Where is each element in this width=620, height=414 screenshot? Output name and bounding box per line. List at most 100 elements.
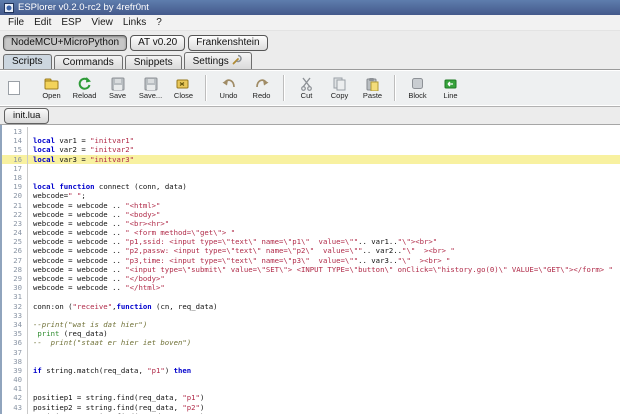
block-button[interactable]: Block xyxy=(401,76,434,100)
save-as-icon xyxy=(144,76,158,91)
code-token: "p2,passw: <input type=\"text\" name=\"p… xyxy=(125,246,363,256)
copy-icon xyxy=(333,76,346,91)
cut-button[interactable]: Cut xyxy=(290,76,323,100)
main-tab-at-v0-20[interactable]: AT v0.20 xyxy=(130,34,186,51)
save-as-button[interactable]: Save... xyxy=(134,76,167,100)
paste-button[interactable]: Paste xyxy=(356,76,389,100)
code-line: 34 --print("wat is dat hier") xyxy=(2,319,620,330)
code-line: 24 webcode = webcode .. " <form method=\"… xyxy=(2,228,620,238)
code-token: ) xyxy=(164,365,174,375)
code-line: 39 if string.match(req_data, "p1") then xyxy=(2,365,620,376)
line-number: 36 xyxy=(2,338,28,348)
open-button[interactable]: Open xyxy=(35,76,68,100)
line-number: 23 xyxy=(2,218,28,229)
file-tab-init-lua[interactable]: init.lua xyxy=(4,107,50,124)
code-line: 13 xyxy=(2,127,620,137)
wrench-icon xyxy=(232,54,243,68)
line-number: 30 xyxy=(2,283,28,293)
line-number: 38 xyxy=(2,356,28,366)
line-number: 21 xyxy=(2,200,28,210)
toolbar-separator xyxy=(205,75,207,101)
line-number: 14 xyxy=(2,136,28,146)
menu-item-edit[interactable]: Edit xyxy=(29,17,56,28)
code-token: ; xyxy=(81,191,86,201)
line-number: 33 xyxy=(2,310,28,320)
line-number: 35 xyxy=(2,329,28,339)
code-token: "initvar1" xyxy=(90,136,135,146)
line-number: 34 xyxy=(2,319,28,330)
esplorer-window: ESPlorer v0.2.0-rc2 by 4refr0nt File Edit… xyxy=(0,0,620,414)
block-comment-icon xyxy=(411,76,424,91)
copy-button[interactable]: Copy xyxy=(323,76,356,100)
save-button[interactable]: Save xyxy=(101,76,134,100)
line-number: 17 xyxy=(2,163,28,173)
menu-item-view[interactable]: View xyxy=(86,17,118,28)
code-line: 40 xyxy=(2,375,620,385)
tab-commands[interactable]: Commands xyxy=(53,55,123,69)
main-tab-frankenshtein[interactable]: Frankenshtein xyxy=(188,34,268,51)
code-token: webcode = webcode .. xyxy=(33,283,126,293)
line-number: 16 xyxy=(2,154,28,164)
code-token: webcode = webcode .. xyxy=(33,246,126,256)
reload-button[interactable]: Reload xyxy=(68,76,101,100)
menu-item-file[interactable]: File xyxy=(3,17,29,28)
toolbar-separator xyxy=(283,75,285,101)
code-token: var3 = xyxy=(54,154,91,164)
code-line: 27 webcode = webcode .. "p3,time: <input … xyxy=(2,255,620,265)
code-token: local xyxy=(33,182,55,192)
new-file-button[interactable] xyxy=(5,81,23,96)
line-number: 40 xyxy=(2,375,28,385)
code-token: function xyxy=(116,301,152,311)
code-token: ) xyxy=(199,402,205,412)
line-number: 20 xyxy=(2,191,28,201)
code-token: .. var1.. xyxy=(358,237,398,247)
line-number: 28 xyxy=(2,264,28,274)
reload-icon xyxy=(77,76,92,91)
code-editor[interactable]: 13 14 local var1 = "initvar1" 15 local var2 … xyxy=(0,125,620,414)
code-line: 18 xyxy=(2,172,620,183)
close-button[interactable]: Close xyxy=(167,76,200,100)
toolbar-button-label: Copy xyxy=(330,91,349,100)
redo-button[interactable]: Redo xyxy=(245,76,278,100)
line-comment-icon xyxy=(443,76,458,91)
code-line: 29 webcode = webcode .. "</body>" xyxy=(2,274,620,284)
code-token: "<br><hr>" xyxy=(125,218,170,228)
line-number: 39 xyxy=(2,365,28,376)
toolbar-button-label: Line xyxy=(443,91,458,100)
line-number: 18 xyxy=(2,172,28,183)
code-line: 41 xyxy=(2,384,620,394)
code-token: "p3,time: <input type=\"text\" name=\"p3… xyxy=(125,255,359,265)
main-tab-nodemcu-micropython[interactable]: NodeMCU+MicroPython xyxy=(3,34,128,51)
code-token: --print("wat is dat hier") xyxy=(33,319,148,329)
code-token: "receive" xyxy=(72,301,113,311)
line-number: 43 xyxy=(2,402,28,412)
code-line: 25 webcode = webcode .. "p1,ssid: <input … xyxy=(2,237,620,247)
line-number: 32 xyxy=(2,301,28,311)
menu-item-links[interactable]: Links xyxy=(118,17,151,28)
code-token: "<input type=\"submit\" value=\"SET\"> <… xyxy=(125,264,613,274)
tab-snippets[interactable]: Snippets xyxy=(124,55,182,69)
tab-label: Settings xyxy=(192,55,229,67)
code-token: .. var2.. xyxy=(362,246,403,256)
toolbar-button-label: Redo xyxy=(252,91,271,100)
line-number: 29 xyxy=(2,274,28,284)
main-tab-bar: NodeMCU+MicroPython AT v0.20 Frankenshtein xyxy=(0,31,620,53)
app-icon xyxy=(4,2,14,13)
code-token: webcode = webcode .. xyxy=(33,274,126,283)
line-number: 27 xyxy=(2,255,28,265)
file-tab-bar: init.lua xyxy=(0,107,620,125)
undo-button[interactable]: Undo xyxy=(212,76,245,100)
line-number: 31 xyxy=(2,292,28,302)
code-token: webcode = webcode .. xyxy=(33,237,126,247)
code-token: print xyxy=(37,329,60,339)
tab-scripts[interactable]: Scripts xyxy=(3,54,52,69)
tab-settings[interactable]: Settings xyxy=(183,52,252,69)
line-number: 41 xyxy=(2,384,28,394)
toolbar-button-label: Close xyxy=(173,91,194,100)
menu-item-esp[interactable]: ESP xyxy=(56,17,86,28)
menu-item-[interactable]: ? xyxy=(151,17,167,28)
code-line-current: 16 local var3 = "initvar3" xyxy=(2,154,620,164)
code-line: 15 local var2 = "initvar2" xyxy=(2,145,620,155)
line-button[interactable]: Line xyxy=(434,76,467,100)
redo-icon xyxy=(255,76,269,91)
